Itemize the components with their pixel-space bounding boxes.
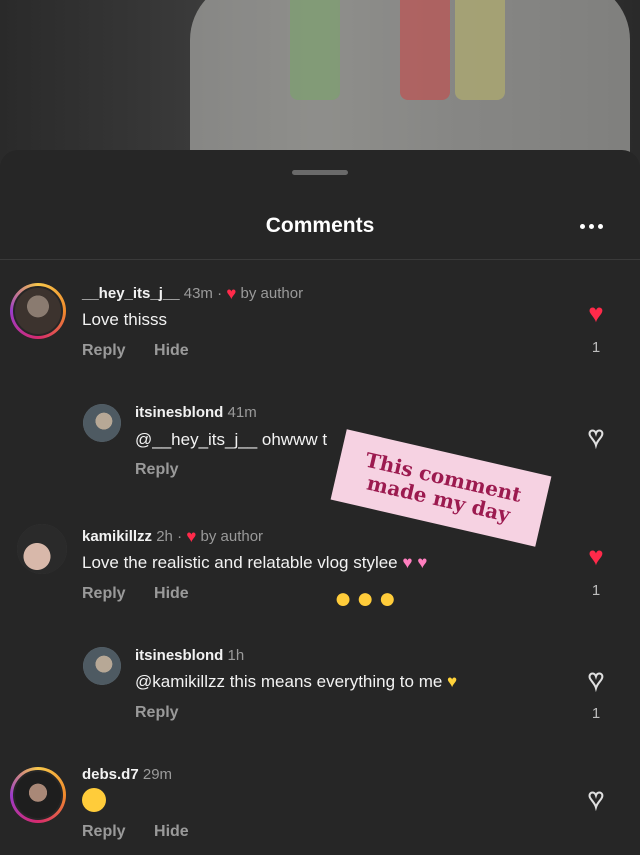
comment-actions: Reply (135, 461, 203, 479)
yellow-heart-icon: ♥ (447, 672, 458, 691)
comment-text: Love thisss (82, 310, 168, 329)
comment-meta: debs.d7 29m (82, 766, 172, 783)
comment-username[interactable]: itsinesblond (135, 404, 223, 421)
avatar[interactable] (10, 767, 66, 823)
page-title: Comments (265, 214, 375, 237)
comment-time: 1h (227, 647, 245, 664)
author-badge: by author (240, 285, 304, 302)
header-divider (0, 259, 640, 260)
author-badge: by author (200, 528, 264, 545)
comment-username[interactable]: itsinesblond (135, 647, 223, 664)
like-heart-icon[interactable]: ♥ (581, 784, 611, 812)
comment-username[interactable]: __hey_its_j__ (82, 285, 180, 302)
comment-text: @kamikillzz this means everything to me … (135, 672, 457, 692)
like-heart-icon[interactable]: ♥ (581, 665, 611, 693)
hide-button[interactable]: Hide (154, 585, 189, 602)
comment-actions: Reply (135, 704, 203, 722)
comment-text-body: Love the realistic and relatable vlog st… (82, 553, 398, 572)
comment-username[interactable]: kamikillzz (82, 528, 152, 545)
comment-text: @__hey_its_j__ ohwww t (135, 430, 328, 449)
cup-graphic (290, 0, 340, 100)
author-heart-icon: ♥ (186, 527, 197, 546)
comment-actions: Reply Hide (82, 342, 213, 360)
like-heart-icon[interactable]: ♥ (581, 300, 611, 326)
avatar[interactable] (10, 283, 66, 339)
like-heart-icon[interactable]: ♥ (581, 422, 611, 450)
comment-time: 29m (142, 766, 173, 783)
like-count: 1 (591, 705, 601, 722)
reply-button[interactable]: Reply (82, 342, 126, 359)
comment-actions: Reply Hide (82, 585, 213, 603)
pink-heart-icon: ♥ ♥ (402, 553, 428, 572)
avatar[interactable] (83, 647, 121, 685)
comment-username[interactable]: debs.d7 (82, 766, 139, 783)
like-count: 1 (591, 582, 601, 599)
like-count: 1 (591, 339, 601, 356)
reply-button[interactable]: Reply (82, 823, 126, 840)
cup-graphic (400, 0, 450, 100)
pleading-face-icon: ●●● (334, 582, 401, 615)
comment-time: 43m (183, 285, 213, 302)
avatar[interactable] (17, 524, 67, 574)
like-heart-icon[interactable]: ♥ (581, 543, 611, 569)
author-heart-icon: ♥ (226, 284, 237, 303)
comment-meta: itsinesblond 41m (135, 404, 257, 421)
heart-eyes-emoji-icon (82, 788, 106, 812)
reply-button[interactable]: Reply (135, 461, 179, 478)
cup-graphic (455, 0, 505, 100)
avatar[interactable] (83, 404, 121, 442)
comment-meta: itsinesblond 1h (135, 647, 244, 664)
reply-button[interactable]: Reply (135, 704, 179, 721)
comment-time: 41m (227, 404, 257, 421)
comment-actions: Reply Hide (82, 823, 213, 841)
comment-meta: __hey_its_j__ 43m · ♥ by author (82, 284, 304, 303)
more-options-button[interactable] (574, 214, 608, 238)
comment-text: Love the realistic and relatable vlog st… (82, 553, 427, 573)
reply-button[interactable]: Reply (82, 585, 126, 602)
hide-button[interactable]: Hide (154, 823, 189, 840)
comment-time: 2h (156, 528, 173, 545)
comment-text-body: @kamikillzz this means everything to me (135, 672, 443, 691)
sheet-drag-handle[interactable] (292, 170, 348, 175)
comment-meta: kamikillzz 2h · ♥ by author (82, 527, 264, 546)
hide-button[interactable]: Hide (154, 342, 189, 359)
